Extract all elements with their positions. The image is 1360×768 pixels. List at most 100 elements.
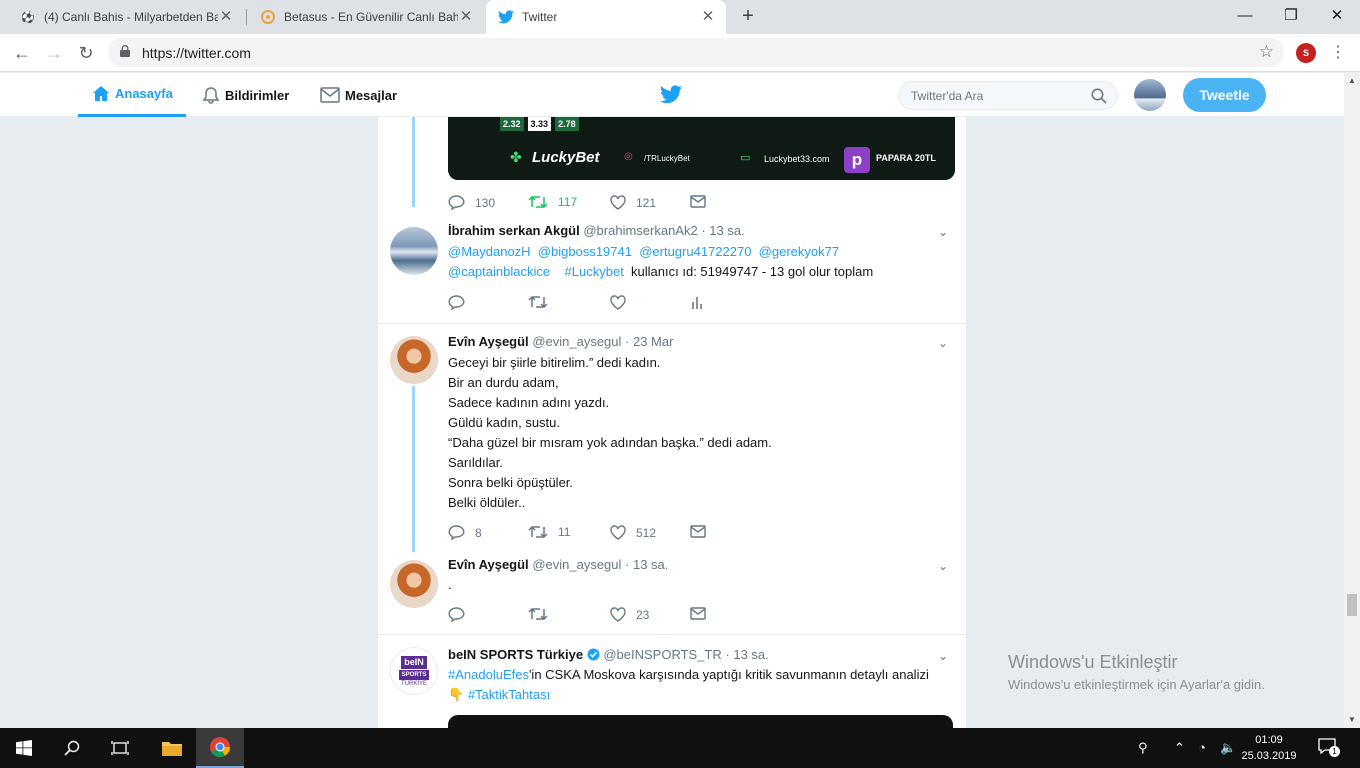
message-button[interactable] — [690, 195, 706, 208]
hashtag-link[interactable]: #TaktikTahtası — [468, 687, 550, 702]
close-tab-icon[interactable]: ✕ — [458, 9, 474, 25]
people-icon[interactable]: ⚲ — [1138, 740, 1148, 756]
author-handle[interactable]: @beINSPORTS_TR — [603, 647, 721, 662]
user-avatar[interactable] — [1134, 79, 1166, 111]
mention-link[interactable]: @ertugru41722270 — [639, 244, 751, 259]
message-button[interactable] — [690, 607, 706, 620]
scroll-down-icon[interactable]: ▼ — [1348, 715, 1356, 724]
speaker-icon[interactable]: 🔈 — [1220, 740, 1236, 756]
reply-button[interactable] — [448, 607, 465, 622]
avatar[interactable] — [390, 336, 438, 384]
profile-avatar[interactable]: S — [1296, 43, 1316, 63]
analytics-button[interactable] — [690, 295, 704, 310]
search-input[interactable]: Twitter'da Ara — [898, 81, 1118, 110]
chevron-down-icon[interactable]: ⌄ — [938, 649, 948, 663]
page-scrollbar[interactable]: ▲ ▼ — [1344, 73, 1360, 728]
tweet-ibrahim[interactable]: İbrahim serkan Akgül @brahimserkanAk2 · … — [378, 215, 966, 323]
task-view-icon[interactable] — [96, 728, 144, 768]
author-name[interactable]: beIN SPORTS Türkiye — [448, 647, 583, 662]
like-button[interactable] — [610, 295, 626, 310]
tweet-promo[interactable]: 2.32 3.33 2.78 ✤ LuckyBet ◎ /TRLuckyBet … — [378, 117, 966, 225]
avatar[interactable] — [390, 560, 438, 608]
tweet-time[interactable]: · 13 sa. — [701, 223, 744, 238]
tweet-time[interactable]: · 13 sa. — [625, 557, 668, 572]
chrome-icon[interactable] — [196, 728, 244, 768]
close-tab-icon[interactable]: ✕ — [700, 9, 716, 25]
twitter-logo-icon[interactable] — [660, 85, 682, 104]
minimize-button[interactable]: — — [1222, 0, 1268, 34]
notification-count: 1 — [1329, 746, 1340, 757]
browser-tab-milyarbet[interactable]: ⚽ (4) Canlı Bahis - Milyarbetden Bahis ✕ — [8, 0, 244, 34]
author-handle[interactable]: @brahimserkanAk2 — [583, 223, 697, 238]
tweet-time[interactable]: · 23 Mar — [625, 334, 673, 349]
tweet-video[interactable] — [448, 715, 953, 728]
tweet-time[interactable]: · 13 sa. — [725, 647, 768, 662]
tweet-media-image[interactable]: 2.32 3.33 2.78 ✤ LuckyBet ◎ /TRLuckyBet … — [448, 117, 955, 180]
windows-start-icon[interactable] — [0, 728, 48, 768]
retweet-button[interactable] — [528, 295, 548, 309]
heart-icon — [610, 295, 626, 310]
nav-notifications[interactable]: Bildirimler — [202, 73, 289, 117]
retweet-button[interactable] — [528, 607, 548, 621]
author-name[interactable]: İbrahim serkan Akgül — [448, 223, 580, 238]
chevron-down-icon[interactable]: ⌄ — [938, 559, 948, 573]
retweet-icon — [528, 195, 548, 209]
message-button[interactable] — [690, 525, 706, 538]
new-tab-button[interactable]: + — [736, 5, 760, 29]
address-bar[interactable]: https://twitter.com ☆ — [108, 38, 1284, 67]
reply-icon — [448, 525, 465, 540]
author-handle[interactable]: @evin_aysegul — [532, 334, 621, 349]
file-explorer-icon[interactable] — [148, 728, 196, 768]
scrollbar-thumb[interactable] — [1347, 594, 1357, 616]
like-button[interactable]: 23 — [610, 607, 649, 622]
tweet-button[interactable]: Tweetle — [1183, 78, 1266, 112]
retweet-button[interactable]: 117 — [528, 195, 577, 209]
mention-link[interactable]: @MaydanozH — [448, 244, 531, 259]
close-window-button[interactable]: ✕ — [1314, 0, 1360, 34]
retweet-button[interactable]: 11 — [528, 525, 570, 539]
author-handle[interactable]: @evin_aysegul — [532, 557, 621, 572]
chevron-up-icon[interactable]: ⌃ — [1174, 740, 1185, 756]
browser-menu-icon[interactable]: ⋮ — [1330, 41, 1346, 65]
bar-chart-icon — [692, 297, 702, 309]
search-icon[interactable] — [1091, 88, 1107, 104]
nav-messages[interactable]: Mesajlar — [320, 73, 397, 117]
mention-link[interactable]: @captainblackice — [448, 264, 550, 279]
system-clock[interactable]: 01:09 25.03.2019 — [1238, 732, 1300, 764]
browser-tab-betasus[interactable]: Betasus - En Güvenilir Canlı Bahis ✕ — [248, 0, 484, 34]
like-button[interactable]: 512 — [610, 525, 656, 540]
bookmark-star-icon[interactable]: ☆ — [1259, 42, 1274, 62]
browser-tab-twitter[interactable]: Twitter ✕ — [486, 0, 726, 34]
scroll-up-icon[interactable]: ▲ — [1348, 76, 1356, 85]
reply-button[interactable]: 130 — [448, 195, 495, 210]
forward-arrow-icon[interactable]: → — [42, 41, 66, 65]
tweet-evin-poem[interactable]: Evîn Ayşegül @evin_aysegul · 23 Mar ⌄ Ge… — [378, 324, 966, 552]
avatar[interactable]: beIN SPORTS TÜRKİYE — [390, 647, 438, 695]
action-center-button[interactable]: 1 — [1318, 738, 1340, 758]
mention-link[interactable]: @bigboss19741 — [538, 244, 632, 259]
reload-icon[interactable]: ↻ — [74, 41, 98, 65]
like-button[interactable]: 121 — [610, 195, 656, 210]
retweet-icon — [528, 525, 548, 539]
close-tab-icon[interactable]: ✕ — [218, 9, 234, 25]
nav-home[interactable]: Anasayfa — [78, 73, 186, 117]
reply-button[interactable] — [448, 295, 465, 310]
reply-icon — [448, 195, 465, 210]
reply-button[interactable]: 8 — [448, 525, 482, 540]
tweet-bein[interactable]: beIN SPORTS TÜRKİYE beIN SPORTS Türkiye … — [378, 635, 966, 728]
author-name[interactable]: Evîn Ayşegül — [448, 334, 529, 349]
mention-link[interactable]: @gerekyok77 — [759, 244, 839, 259]
author-name[interactable]: Evîn Ayşegül — [448, 557, 529, 572]
search-placeholder: Twitter'da Ara — [911, 89, 984, 103]
network-icon[interactable]: ◔ — [1198, 740, 1206, 755]
tweet-evin-reply[interactable]: Evîn Ayşegül @evin_aysegul · 13 sa. ⌄ . … — [378, 550, 966, 634]
search-icon[interactable] — [48, 728, 96, 768]
avatar[interactable] — [390, 227, 438, 275]
restore-button[interactable]: ❐ — [1268, 0, 1314, 34]
chevron-down-icon[interactable]: ⌄ — [938, 225, 948, 239]
hashtag-link[interactable]: #Luckybet — [565, 264, 624, 279]
hashtag-link[interactable]: #AnadoluEfes — [448, 667, 529, 682]
back-arrow-icon[interactable]: ← — [10, 41, 34, 65]
chevron-down-icon[interactable]: ⌄ — [938, 336, 948, 350]
tweet-header: Evîn Ayşegül @evin_aysegul · 23 Mar — [448, 334, 673, 349]
